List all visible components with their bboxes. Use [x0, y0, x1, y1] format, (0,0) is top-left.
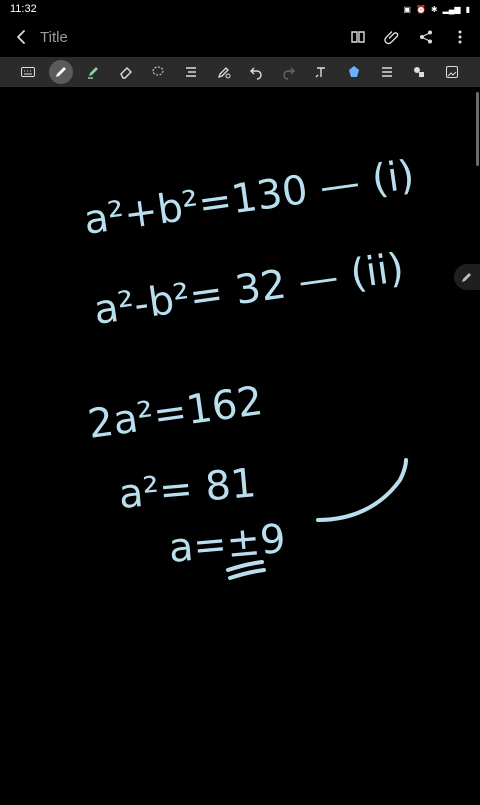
pen-icon [55, 67, 66, 77]
back-button[interactable] [10, 25, 34, 49]
attach-button[interactable] [382, 27, 402, 47]
pen-tool[interactable] [48, 60, 73, 84]
drawing-toolbar [0, 57, 480, 87]
shape-tool[interactable] [342, 60, 366, 84]
book-view-button[interactable] [348, 27, 368, 47]
svg-text:a²+b²=130 — (i): a²+b²=130 — (i) [81, 152, 417, 244]
shape-icon [349, 66, 360, 77]
more-options-button[interactable] [450, 27, 470, 47]
edit-floating-button[interactable] [454, 264, 480, 290]
pencil-icon [462, 273, 471, 282]
eraser-tool[interactable] [114, 60, 138, 84]
share-icon [420, 30, 432, 44]
highlighter-icon [88, 67, 99, 79]
chevron-left-icon [17, 30, 25, 44]
redo-icon [283, 67, 295, 80]
lasso-icon [152, 66, 164, 76]
alarm-icon: ⏰ [415, 4, 426, 14]
text-icon [315, 67, 326, 78]
handwriting-canvas[interactable]: a²+b²=130 — (i) a²-b²= 32 — (ii) 2a²=162… [0, 88, 480, 800]
image-icon [445, 66, 458, 78]
notification-icon: ▣ [403, 4, 411, 14]
status-bar: 11:32 ▣ ⏰ ✱ ▂▄▆ ▮ [0, 0, 480, 18]
battery-icon: ▮ [465, 4, 470, 14]
share-button[interactable] [416, 27, 436, 47]
eraser-icon [119, 67, 132, 79]
scrollbar[interactable] [476, 92, 479, 166]
book-icon [351, 31, 365, 43]
bluetooth-icon: ✱ [430, 4, 438, 14]
shapes-tool[interactable] [407, 60, 431, 84]
align-icon [186, 67, 197, 77]
ink-strokes: a²+b²=130 — (i) a²-b²= 32 — (ii) 2a²=162… [81, 152, 417, 580]
convert-text-tool[interactable] [375, 60, 399, 84]
svg-text:a=±9: a=±9 [167, 516, 288, 572]
shapes-icon [414, 67, 425, 77]
lasso-tool[interactable] [146, 60, 170, 84]
highlighter-tool[interactable] [81, 60, 105, 84]
text-tool[interactable] [309, 60, 333, 84]
pen-settings-tool[interactable] [212, 60, 236, 84]
paperclip-icon [384, 31, 399, 45]
header: Title [0, 18, 480, 56]
convert-text-icon [381, 67, 392, 77]
status-time: 11:32 [10, 3, 37, 15]
svg-text:a²-b²= 32 — (ii): a²-b²= 32 — (ii) [91, 245, 407, 334]
keyboard-tool[interactable] [16, 60, 40, 84]
keyboard-icon [21, 67, 35, 77]
svg-text:a²= 81: a²= 81 [117, 460, 258, 518]
text-align-tool[interactable] [179, 60, 203, 84]
redo-button[interactable] [277, 60, 301, 84]
note-title[interactable]: Title [40, 29, 68, 46]
insert-image-tool[interactable] [440, 60, 464, 84]
signal-icon: ▂▄▆ [442, 4, 461, 14]
svg-text:2a²=162: 2a²=162 [85, 378, 266, 448]
more-vertical-icon [458, 30, 462, 44]
pen-settings-icon [217, 67, 231, 79]
undo-icon [250, 67, 262, 80]
status-icons: ▣ ⏰ ✱ ▂▄▆ ▮ [403, 5, 470, 14]
undo-button[interactable] [244, 60, 268, 84]
